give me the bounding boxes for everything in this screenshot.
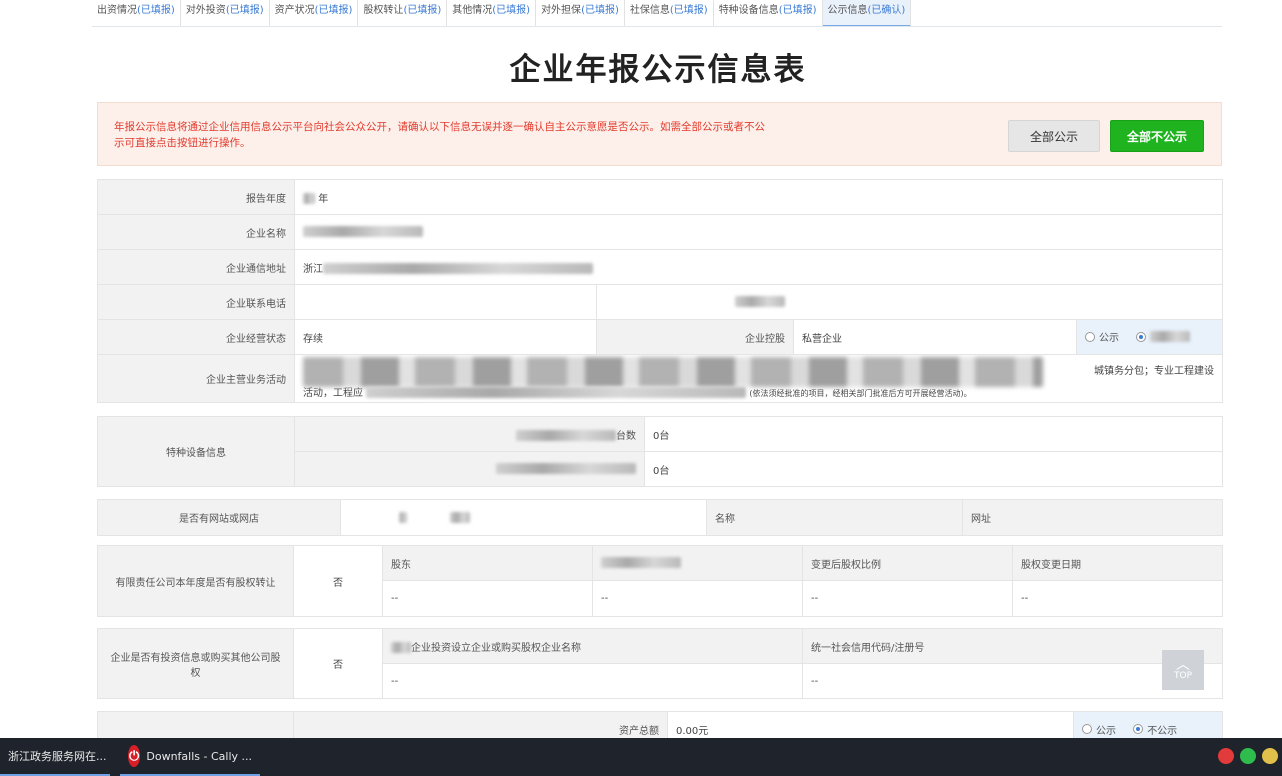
tab-status: (已填报) bbox=[137, 5, 175, 16]
tab-label: 对外担保 bbox=[541, 5, 582, 16]
invest-label: 企业是否有投资信息或购买其他公司股权 bbox=[97, 628, 294, 699]
tab-label: 社保信息 bbox=[629, 5, 670, 16]
equity-col-date: 股权变更日期 bbox=[1012, 545, 1223, 581]
tab-item[interactable]: 对外投资(已填报) bbox=[181, 0, 270, 27]
status-label: 企业经营状态 bbox=[97, 319, 295, 355]
tab-label: 公示信息 bbox=[827, 5, 868, 16]
invest-cell: -- bbox=[802, 663, 1223, 699]
equity-cell: -- bbox=[802, 580, 1013, 617]
tab-status: (已填报) bbox=[314, 5, 353, 16]
equity-value: 否 bbox=[293, 545, 383, 617]
taskbar: 浙江政务服务网在... ⏻ Downfalls - Cally ... bbox=[0, 738, 1282, 776]
basic-info-table: 报告年度 年 企业名称 企业通信地址 浙江 企业联系电话 企业经营状态 存续 企… bbox=[97, 179, 1223, 403]
tab-status: (已确认) bbox=[867, 5, 906, 16]
tab-item[interactable]: 资产状况(已填报) bbox=[270, 0, 359, 27]
tab-label: 对外投资 bbox=[185, 5, 226, 16]
investment-table: 企业是否有投资信息或购买其他公司股权 否 企业投资设立企业或购买股权企业名称 统… bbox=[97, 628, 1223, 699]
tab-item[interactable]: 股权转让(已填报) bbox=[358, 0, 448, 27]
equity-col-after: 变更后股权比例 bbox=[802, 545, 1013, 581]
website-url-col: 网址 bbox=[962, 499, 1223, 536]
tab-item[interactable]: 对外担保(已填报) bbox=[536, 0, 625, 27]
taskbar-item-gov[interactable]: 浙江政务服务网在... bbox=[0, 738, 110, 776]
tab-status: (已填报) bbox=[492, 5, 531, 16]
phone-extra bbox=[596, 284, 1223, 320]
holding-label: 企业控股 bbox=[596, 319, 794, 355]
tray-app-icon[interactable] bbox=[1218, 748, 1234, 764]
status-value: 存续 bbox=[294, 319, 597, 355]
special-label: 特种设备信息 bbox=[97, 416, 295, 487]
website-table: 是否有网站或网店 名称 网址 bbox=[97, 499, 1223, 536]
tab-status: (已填报) bbox=[225, 5, 264, 16]
business-value: 城镇务分包；专业工程建设 活动，工程应 (依法须经批准的项目，经相关部门批准后方… bbox=[294, 354, 1223, 403]
website-value bbox=[340, 499, 707, 536]
tab-item[interactable]: 出资情况(已填报) bbox=[92, 0, 181, 27]
back-to-top-button[interactable]: ︿ TOP bbox=[1162, 650, 1204, 690]
all-nopublic-button[interactable]: 全部不公示 bbox=[1110, 120, 1204, 152]
tab-item[interactable]: 特种设备信息(已填报) bbox=[714, 0, 823, 27]
notice-text: 年报公示信息将通过企业信用信息公示平台向社会公众公开，请确认以下信息无误并逐一确… bbox=[114, 121, 765, 149]
equity-cell: -- bbox=[1012, 580, 1223, 617]
tab-label: 股权转让 bbox=[363, 5, 404, 16]
tab-label: 其他情况 bbox=[452, 5, 493, 16]
invest-col-code: 统一社会信用代码/注册号 bbox=[802, 628, 1223, 664]
year-label: 报告年度 bbox=[97, 179, 295, 215]
invest-cell: -- bbox=[382, 663, 803, 699]
holding-publicity: 公示 bbox=[1076, 319, 1223, 355]
address-value: 浙江 bbox=[294, 249, 1223, 285]
website-name-col: 名称 bbox=[706, 499, 963, 536]
holding-nopublic-radio[interactable] bbox=[1136, 331, 1191, 343]
tab-label: 出资情况 bbox=[97, 5, 137, 16]
website-label: 是否有网站或网店 bbox=[97, 499, 341, 536]
holding-public-radio[interactable]: 公示 bbox=[1085, 329, 1119, 344]
page-title: 企业年报公示信息表 bbox=[509, 52, 807, 88]
business-label: 企业主营业务活动 bbox=[97, 354, 295, 403]
tray-extra-icon[interactable] bbox=[1262, 748, 1278, 764]
equity-col-before bbox=[592, 545, 803, 581]
invest-col-name: 企业投资设立企业或购买股权企业名称 bbox=[382, 628, 803, 664]
equity-label: 有限责任公司本年度是否有股权转让 bbox=[97, 545, 294, 617]
tab-item[interactable]: 公示信息(已确认) bbox=[822, 0, 912, 27]
equity-col-shareholder: 股东 bbox=[382, 545, 593, 581]
company-name-value bbox=[294, 214, 1223, 250]
tab-status: (已填报) bbox=[669, 5, 708, 16]
assets-nopublic-radio[interactable]: 不公示 bbox=[1133, 722, 1177, 737]
notice-box: 年报公示信息将通过企业信用信息公示平台向社会公众公开，请确认以下信息无误并逐一确… bbox=[97, 102, 1222, 166]
special-row2-value: 0台 bbox=[644, 451, 1223, 487]
tab-status: (已填报) bbox=[778, 5, 817, 16]
year-value: 年 bbox=[294, 179, 1223, 215]
holding-value: 私营企业 bbox=[793, 319, 1077, 355]
report-tabs: 出资情况(已填报) 对外投资(已填报) 资产状况(已填报) 股权转让(已填报) 其他情况… bbox=[92, 0, 912, 27]
tab-divider bbox=[92, 26, 1222, 27]
assets-public-radio[interactable]: 公示 bbox=[1082, 722, 1116, 737]
all-public-button[interactable]: 全部公示 bbox=[1008, 120, 1100, 152]
invest-value: 否 bbox=[293, 628, 383, 699]
address-label: 企业通信地址 bbox=[97, 249, 295, 285]
special-row2-label bbox=[294, 451, 645, 487]
tab-status: (已填报) bbox=[403, 5, 442, 16]
system-tray bbox=[1218, 748, 1278, 764]
equity-transfer-table: 有限责任公司本年度是否有股权转让 否 股东 变更后股权比例 股权变更日期 -- … bbox=[97, 545, 1223, 617]
special-row1-label: 台数 bbox=[294, 416, 645, 452]
wechat-icon[interactable] bbox=[1240, 748, 1256, 764]
taskbar-item-music[interactable]: ⏻ Downfalls - Cally ... bbox=[120, 738, 260, 776]
special-equipment-table: 特种设备信息 台数 0台 0台 bbox=[97, 416, 1223, 487]
chevron-up-icon: ︿ bbox=[1176, 657, 1190, 673]
netease-music-icon: ⏻ bbox=[128, 745, 141, 767]
tab-item[interactable]: 其他情况(已填报) bbox=[447, 0, 537, 27]
tab-label: 特种设备信息 bbox=[718, 5, 779, 16]
tab-status: (已填报) bbox=[581, 5, 619, 16]
phone-value bbox=[294, 284, 597, 320]
phone-label: 企业联系电话 bbox=[97, 284, 295, 320]
tab-label: 资产状况 bbox=[274, 5, 315, 16]
tab-item[interactable]: 社保信息(已填报) bbox=[625, 0, 714, 27]
equity-cell: -- bbox=[592, 580, 803, 617]
company-name-label: 企业名称 bbox=[97, 214, 295, 250]
equity-cell: -- bbox=[382, 580, 593, 617]
special-row1-value: 0台 bbox=[644, 416, 1223, 452]
